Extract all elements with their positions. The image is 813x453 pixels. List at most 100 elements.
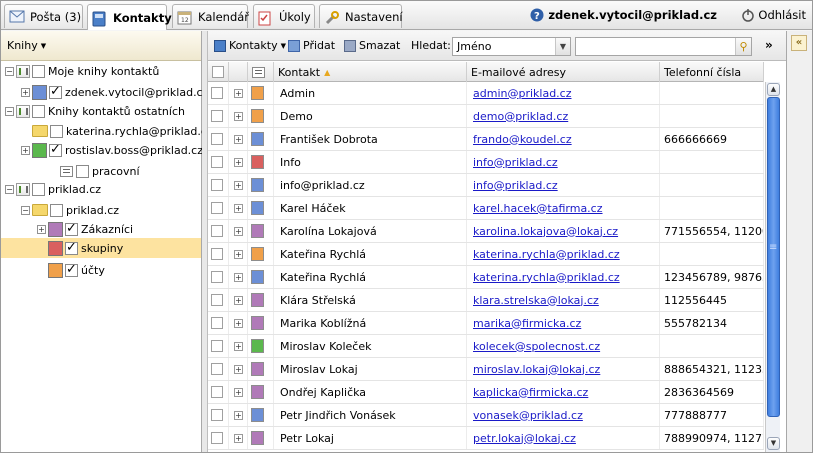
contact-name-cell[interactable]: Ondřej Kaplička bbox=[274, 381, 467, 403]
help-icon[interactable]: ? bbox=[530, 8, 544, 22]
books-menu[interactable]: Knihy ▼ bbox=[1, 31, 201, 61]
tab-settings[interactable]: Nastavení bbox=[319, 4, 403, 28]
expand-icon[interactable]: + bbox=[234, 318, 243, 328]
column-header-email[interactable]: E-mailové adresy bbox=[467, 62, 660, 82]
contact-email-link[interactable]: kolecek@spolecnost.cz bbox=[473, 340, 600, 353]
row-checkbox-cell[interactable] bbox=[208, 220, 229, 242]
row-checkbox[interactable] bbox=[211, 409, 223, 421]
contact-name-cell[interactable]: Kateřina Rychlá bbox=[274, 266, 467, 288]
tab-contacts[interactable]: Kontakty bbox=[87, 4, 172, 30]
row-checkbox[interactable] bbox=[211, 179, 223, 191]
table-row[interactable]: + Miroslav Koleček kolecek@spolecnost.cz bbox=[208, 335, 764, 358]
row-checkbox[interactable] bbox=[211, 340, 223, 352]
collapse-icon[interactable]: − bbox=[5, 106, 14, 116]
contact-email-link[interactable]: marika@firmicka.cz bbox=[473, 317, 581, 330]
expand-icon[interactable]: + bbox=[21, 145, 30, 155]
type-column-header[interactable] bbox=[248, 62, 274, 82]
tree-item[interactable]: + zdenek.vytocil@priklad.cz bbox=[21, 82, 208, 102]
row-expand-cell[interactable]: + bbox=[229, 174, 248, 196]
row-checkbox-cell[interactable] bbox=[208, 174, 229, 196]
row-checkbox[interactable] bbox=[211, 248, 223, 260]
tree-item[interactable]: − Knihy kontaktů ostatních bbox=[5, 101, 185, 121]
tree-item-checkbox[interactable] bbox=[50, 124, 63, 138]
expand-icon[interactable]: + bbox=[234, 111, 243, 121]
collapse-icon[interactable]: − bbox=[5, 184, 14, 194]
contact-email-link[interactable]: petr.lokaj@lokaj.cz bbox=[473, 432, 576, 445]
table-row[interactable]: + Petr Jindřich Vonásek vonasek@priklad.cz… bbox=[208, 404, 764, 427]
search-icon[interactable]: ⚲ bbox=[735, 38, 751, 55]
select-all-checkbox[interactable] bbox=[212, 66, 224, 78]
contact-name-cell[interactable]: Marika Koblížná bbox=[274, 312, 467, 334]
contact-name-cell[interactable]: Miroslav Lokaj bbox=[274, 358, 467, 380]
contact-name-cell[interactable]: Kateřina Rychlá bbox=[274, 243, 467, 265]
row-checkbox[interactable] bbox=[211, 225, 223, 237]
tree-item-checkbox[interactable] bbox=[49, 84, 62, 99]
contact-name-cell[interactable]: Info bbox=[274, 151, 467, 173]
tree-item[interactable]: − priklad.cz bbox=[5, 179, 101, 199]
tree-item-checkbox[interactable] bbox=[32, 64, 45, 78]
expand-icon[interactable]: + bbox=[234, 157, 243, 167]
expand-icon[interactable]: + bbox=[234, 364, 243, 374]
row-expand-cell[interactable]: + bbox=[229, 427, 248, 449]
row-expand-cell[interactable]: + bbox=[229, 358, 248, 380]
delete-contact-button[interactable]: Smazat bbox=[344, 39, 400, 52]
tree-item-checkbox[interactable] bbox=[32, 104, 45, 118]
search-input[interactable]: ⚲ bbox=[575, 37, 752, 56]
tab-calendar[interactable]: 12 Kalendář bbox=[172, 4, 249, 28]
row-expand-cell[interactable]: + bbox=[229, 220, 248, 242]
tree-item[interactable]: − priklad.cz bbox=[21, 200, 119, 220]
table-row[interactable]: + Demo demo@priklad.cz bbox=[208, 105, 764, 128]
row-checkbox[interactable] bbox=[211, 363, 223, 375]
row-expand-cell[interactable]: + bbox=[229, 289, 248, 311]
contact-name-cell[interactable]: Petr Lokaj bbox=[274, 427, 467, 449]
row-expand-cell[interactable]: + bbox=[229, 128, 248, 150]
row-checkbox-cell[interactable] bbox=[208, 427, 229, 449]
contact-name-cell[interactable]: Admin bbox=[274, 82, 467, 104]
expand-icon[interactable]: + bbox=[234, 88, 243, 98]
contact-email-link[interactable]: kaplicka@firmicka.cz bbox=[473, 386, 588, 399]
contact-email-link[interactable]: info@priklad.cz bbox=[473, 179, 558, 192]
row-checkbox-cell[interactable] bbox=[208, 197, 229, 219]
tree-item-checkbox[interactable] bbox=[32, 182, 45, 196]
contact-email-link[interactable]: klara.strelska@lokaj.cz bbox=[473, 294, 599, 307]
more-icon[interactable]: » bbox=[765, 38, 773, 52]
row-checkbox[interactable] bbox=[211, 202, 223, 214]
table-row[interactable]: + info@priklad.cz info@priklad.cz bbox=[208, 174, 764, 197]
expand-icon[interactable]: + bbox=[234, 387, 243, 397]
table-row[interactable]: + Marika Koblížná marika@firmicka.cz 555782… bbox=[208, 312, 764, 335]
contact-email-link[interactable]: karolina.lokajova@lokaj.cz bbox=[473, 225, 618, 238]
row-checkbox[interactable] bbox=[211, 133, 223, 145]
row-expand-cell[interactable]: + bbox=[229, 335, 248, 357]
row-checkbox[interactable] bbox=[211, 317, 223, 329]
row-expand-cell[interactable]: + bbox=[229, 266, 248, 288]
contact-name-cell[interactable]: František Dobrota bbox=[274, 128, 467, 150]
collapse-icon[interactable]: − bbox=[21, 205, 30, 215]
collapse-icon[interactable]: − bbox=[5, 66, 14, 76]
row-checkbox-cell[interactable] bbox=[208, 82, 229, 104]
contact-name-cell[interactable]: Karolína Lokajová bbox=[274, 220, 467, 242]
row-checkbox[interactable] bbox=[211, 386, 223, 398]
table-row[interactable]: + Kateřina Rychlá katerina.rychla@priklad.… bbox=[208, 243, 764, 266]
row-expand-cell[interactable]: + bbox=[229, 82, 248, 104]
contacts-menu-button[interactable]: Kontakty ▼ bbox=[214, 39, 286, 52]
tree-item-checkbox[interactable] bbox=[65, 221, 78, 236]
scrollbar-thumb[interactable] bbox=[767, 97, 780, 417]
row-checkbox-cell[interactable] bbox=[208, 105, 229, 127]
row-checkbox[interactable] bbox=[211, 432, 223, 444]
expand-icon[interactable]: + bbox=[234, 410, 243, 420]
tree-item[interactable]: účty bbox=[37, 260, 105, 280]
table-row[interactable]: + Info info@priklad.cz bbox=[208, 151, 764, 174]
scroll-up-icon[interactable]: ▲ bbox=[767, 83, 780, 96]
contact-email-link[interactable]: vonasek@priklad.cz bbox=[473, 409, 583, 422]
scroll-down-icon[interactable]: ▼ bbox=[767, 437, 780, 450]
row-checkbox[interactable] bbox=[211, 156, 223, 168]
row-checkbox-cell[interactable] bbox=[208, 266, 229, 288]
contact-email-link[interactable]: admin@priklad.cz bbox=[473, 87, 572, 100]
contact-email-link[interactable]: karel.hacek@tafirma.cz bbox=[473, 202, 603, 215]
expand-icon[interactable]: + bbox=[234, 295, 243, 305]
column-header-contact[interactable]: Kontakt ▲ bbox=[274, 62, 467, 82]
expand-icon[interactable]: + bbox=[37, 224, 46, 234]
table-row[interactable]: + Klára Střelská klara.strelska@lokaj.cz 11… bbox=[208, 289, 764, 312]
row-expand-cell[interactable]: + bbox=[229, 197, 248, 219]
vertical-scrollbar[interactable]: ▲ ▼ bbox=[765, 82, 780, 452]
